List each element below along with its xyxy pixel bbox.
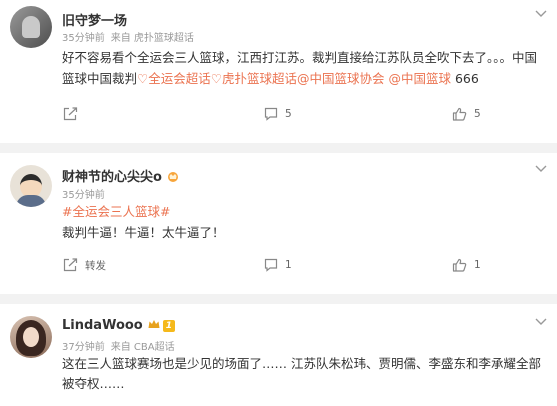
thumbs-up-icon: [452, 258, 467, 272]
comment-meta: 37分钟前 来自 CBA超话: [62, 338, 175, 353]
share-icon: [63, 107, 78, 121]
comment-icon: [264, 258, 278, 272]
comment-button[interactable]: 5: [264, 105, 292, 123]
comment-feed: 旧守梦一场 35分钟前 来自 虎扑篮球超话 好不容易看个全运会三人篮球，江西打江苏…: [0, 0, 557, 406]
like-button[interactable]: 1: [452, 256, 481, 274]
source-label[interactable]: 来自 虎扑篮球超话: [111, 33, 194, 44]
chevron-down-icon[interactable]: [535, 318, 547, 326]
username[interactable]: 旧守梦一场: [62, 10, 127, 29]
mention-link[interactable]: @中国篮球协会: [297, 71, 385, 86]
chevron-down-icon[interactable]: [535, 10, 547, 18]
comment-card: 财神节的心尖尖o 35分钟前 #全运会三人篮球# 裁判牛逼！牛逼！太牛逼了！ 转…: [0, 153, 557, 294]
comment-text: 好不容易看个全运会三人篮球，江西打江苏。裁判直接给江苏队员全吹下去了。。。中国篮…: [62, 47, 545, 89]
action-bar: 转发 1 1: [0, 256, 557, 274]
like-count: 1: [474, 259, 481, 271]
topic-link[interactable]: 虎扑篮球超话: [222, 71, 297, 86]
crown-icon: [167, 172, 178, 182]
vip-badge: 1: [162, 320, 176, 332]
crown-icon: [148, 320, 160, 328]
source-label[interactable]: 来自 CBA超话: [111, 342, 175, 353]
comment-text: 这在三人篮球赛场也是少见的场面了…… 江苏队朱松玮、贾明儒、李盛东和李承耀全部被…: [62, 356, 541, 391]
share-icon: [63, 258, 78, 272]
timestamp: 37分钟前: [62, 342, 105, 353]
topic-link[interactable]: #全运会三人篮球#: [62, 201, 170, 220]
repost-label: 转发: [85, 259, 106, 272]
thumbs-up-icon: [452, 107, 467, 121]
username-text: 财神节的心尖尖o: [62, 170, 162, 185]
comment-meta: 35分钟前 来自 虎扑篮球超话: [62, 29, 194, 44]
repost-button[interactable]: 转发: [63, 256, 106, 274]
timestamp: 35分钟前: [62, 33, 105, 44]
like-count: 5: [474, 108, 481, 120]
super-topic-icon: ♡: [137, 71, 149, 86]
avatar[interactable]: [10, 6, 52, 48]
comment-icon: [264, 107, 278, 121]
mention-link[interactable]: @中国篮球: [388, 71, 451, 86]
avatar[interactable]: [10, 316, 52, 358]
avatar[interactable]: [10, 165, 52, 207]
super-topic-icon: ♡: [210, 71, 222, 86]
comment-count: 1: [285, 259, 292, 271]
comment-text-tail: 666: [451, 71, 479, 86]
username-text: LindaWooo: [62, 318, 143, 333]
username[interactable]: 财神节的心尖尖o: [62, 166, 180, 185]
comment-card: 旧守梦一场 35分钟前 来自 虎扑篮球超话 好不容易看个全运会三人篮球，江西打江苏…: [0, 0, 557, 143]
action-bar: 5 5: [0, 105, 557, 123]
repost-button[interactable]: [63, 105, 85, 123]
comment-card: LindaWooo 1 37分钟前 来自 CBA超话 这在三人篮球赛场也是少见的场面…: [0, 304, 557, 406]
chevron-down-icon[interactable]: [535, 165, 547, 173]
comment-button[interactable]: 1: [264, 256, 292, 274]
timestamp: 35分钟前: [62, 190, 105, 201]
comment-meta: 35分钟前: [62, 186, 105, 201]
like-button[interactable]: 5: [452, 105, 481, 123]
comment-count: 5: [285, 108, 292, 120]
username[interactable]: LindaWooo 1: [62, 318, 176, 333]
topic-link[interactable]: 全运会超话: [148, 71, 211, 86]
comment-text: 裁判牛逼！牛逼！太牛逼了！: [62, 225, 225, 240]
